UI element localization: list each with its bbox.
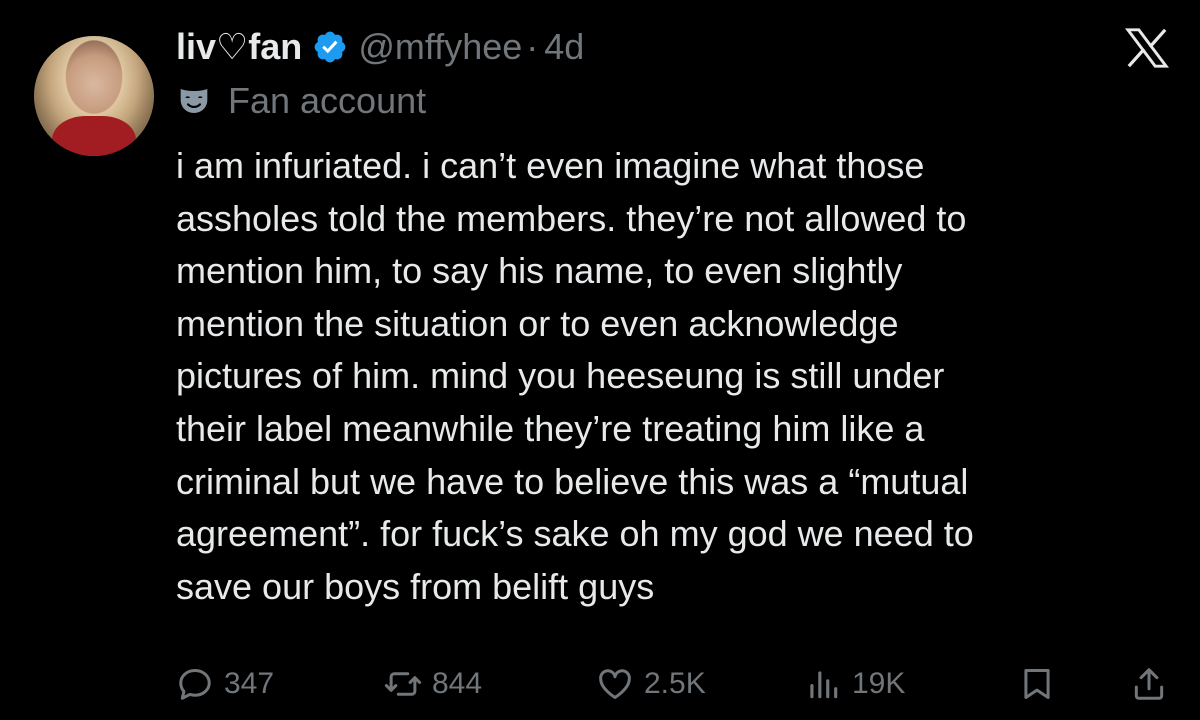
fan-account-label: Fan account — [228, 80, 427, 121]
share-button[interactable] — [1130, 656, 1178, 712]
share-icon — [1134, 668, 1164, 700]
tweet-text-line: criminal but we have to believe this was… — [176, 460, 969, 502]
tweet-text-line: pictures of him. mind you heeseung is st… — [176, 355, 945, 397]
action-bar: 347 844 2.5K 19K — [176, 656, 1176, 712]
handle[interactable]: @mffyhee — [358, 26, 522, 68]
tweet-text-line: mention the situation or to even acknowl… — [176, 302, 899, 344]
fan-mask-icon — [180, 89, 208, 113]
tweet-text-line: i am infuriated. i can’t even imagine wh… — [176, 145, 925, 186]
tweet-text-line: assholes told the members. they’re not a… — [176, 197, 967, 239]
views-icon — [810, 671, 838, 699]
reply-button[interactable]: 347 — [176, 656, 274, 712]
repost-button[interactable]: 844 — [384, 656, 482, 712]
reply-icon — [179, 669, 211, 700]
tweet-text-line: agreement”. for fuck’s sake oh my god we… — [176, 513, 974, 555]
tweet-header: liv♡fan @mffyhee · 4d — [176, 22, 584, 72]
tweet-text-line: save our boys from belift guys — [176, 565, 655, 607]
x-logo-icon — [1125, 28, 1169, 68]
tweet: liv♡fan @mffyhee · 4d Fan account i am i… — [0, 0, 1200, 720]
tweet-text: i am infuriated. i can’t even imagine wh… — [176, 140, 1176, 613]
views-button[interactable]: 19K — [804, 656, 905, 712]
tweet-text-line: mention him, to say his name, to even sl… — [176, 250, 903, 292]
bookmark-icon — [1024, 669, 1050, 699]
avatar[interactable] — [34, 36, 154, 156]
tweet-text-line: their label meanwhile they’re treating h… — [176, 407, 925, 449]
like-button[interactable]: 2.5K — [596, 656, 706, 712]
bookmark-button[interactable] — [1018, 656, 1066, 712]
timestamp[interactable]: 4d — [544, 26, 584, 68]
separator-dot: · — [526, 26, 539, 67]
account-label: Fan account — [178, 80, 426, 122]
like-count: 2.5K — [644, 667, 706, 700]
verified-badge-icon — [314, 31, 346, 63]
repost-count: 844 — [432, 667, 483, 700]
views-count: 19K — [852, 667, 906, 700]
reply-count: 347 — [224, 667, 275, 700]
heart-icon — [599, 669, 631, 699]
display-name[interactable]: liv♡fan — [176, 26, 302, 68]
repost-icon — [384, 672, 422, 696]
